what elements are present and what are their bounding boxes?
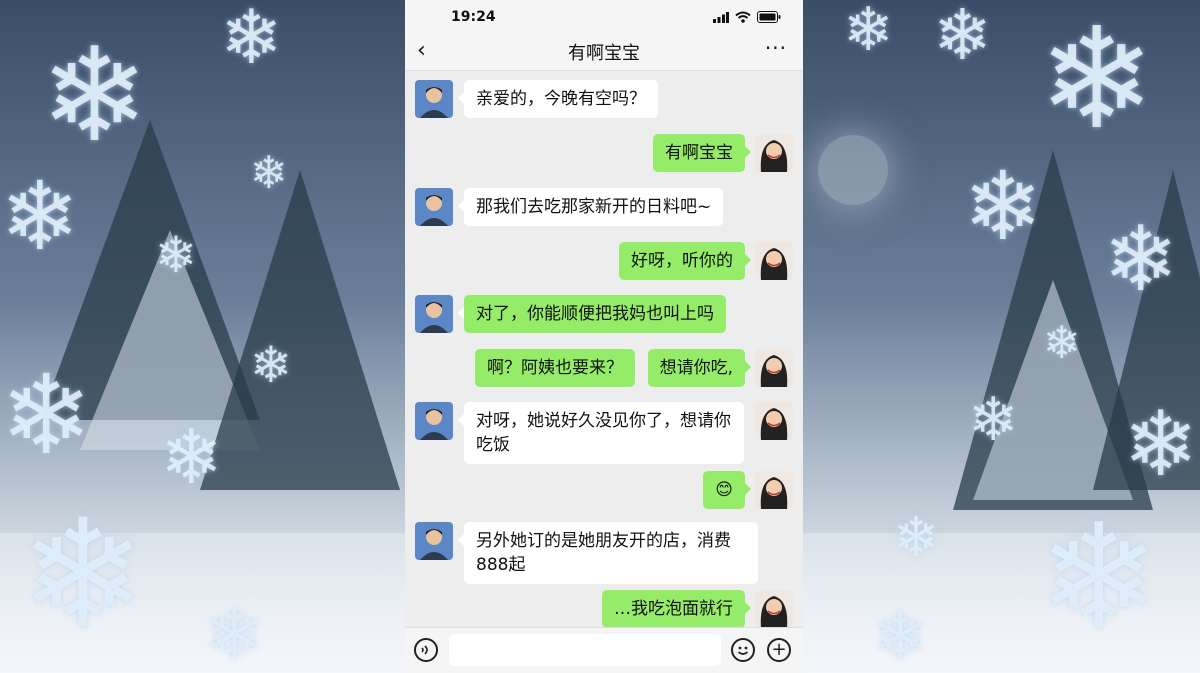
avatar[interactable] [755,134,793,172]
snowflake-icon: ❄ [968,385,1019,455]
snowflake-icon: ❄ [1123,392,1199,497]
message-bubble[interactable]: 那我们去吃那家新开的日料吧~ [457,188,724,226]
message-bubble[interactable]: 亲爱的，今晚有空吗？ [458,80,658,118]
snowflake-icon: ❄ [0,351,93,479]
snowflake-icon: ❄ [250,336,292,394]
message-bubble[interactable]: 😊 [703,471,751,509]
snowflake-icon: ❄ [160,413,223,501]
message-row: 好呀，听你的 [405,242,803,286]
snowflake-icon: ❄ [220,0,283,81]
male-avatar-icon [420,529,448,560]
message-bubble[interactable]: 好呀，听你的 [619,242,751,280]
message-row: 对了，你能顺便把我妈也叫上吗 [405,295,803,339]
status-bar: 19:24 [405,0,803,34]
message-bubble[interactable]: 对呀，她说好久没见你了，想请你吃饭 [458,402,744,464]
plus-icon[interactable]: + [767,638,791,662]
background-right: ❄ ❄ ❄ ❄ ❄ ❄ ❄ ❄ ❄ ❄ ❄ [803,0,1200,673]
snowflake-icon: ❄ [0,162,80,272]
female-avatar-icon [760,596,788,628]
message-bubble[interactable]: 对了，你能顺便把我妈也叫上吗 [458,295,726,333]
avatar[interactable] [755,471,793,509]
avatar[interactable] [415,295,453,333]
message-row: 对呀，她说好久没见你了，想请你吃饭 [405,402,803,464]
snowflake-icon: ❄ [893,505,940,569]
moon [818,135,888,205]
message-bubble[interactable]: 啊？阿姨也要来？ [475,349,635,387]
female-avatar-icon [760,140,788,172]
avatar[interactable] [415,80,453,118]
snowflake-icon: ❄ [1038,0,1156,161]
male-avatar-icon [420,302,448,333]
voice-wave [421,645,428,655]
snowflake-icon: ❄ [40,19,149,171]
page-title: 有啊宝宝 [568,43,640,64]
avatar[interactable] [415,522,453,560]
snowflake-icon: ❄ [1103,207,1179,312]
avatar[interactable] [755,349,793,387]
snowflake-icon: ❄ [205,594,264,673]
male-avatar-icon [420,409,448,440]
avatar[interactable] [755,242,793,280]
chat-header: ‹ 有啊宝宝 ··· [405,34,803,71]
snowflake-icon: ❄ [1043,316,1081,369]
message-row: 😊 [405,471,803,515]
female-avatar-icon [760,408,788,440]
snowflake-icon: ❄ [250,146,288,199]
input-bar: + [405,627,803,673]
snowflake-icon: ❄ [1038,493,1160,662]
status-time: 19:24 [451,9,496,25]
signal-icon [713,11,729,23]
male-avatar-icon [420,195,448,226]
female-avatar-icon [760,477,788,509]
message-row: 那我们去吃那家新开的日料吧~ [405,188,803,232]
snowflake-icon: ❄ [963,152,1043,262]
wifi-icon [735,11,751,23]
message-bubble[interactable]: 想请你吃, [647,349,752,387]
message-bubble[interactable]: 另外她订的是她朋友开的店，消费888起 [458,522,758,584]
message-input[interactable] [449,634,721,666]
back-icon[interactable]: ‹ [417,38,426,63]
snowflake-icon: ❄ [20,488,146,662]
status-icons [713,11,781,23]
message-row: 有啊宝宝 [405,134,803,178]
male-avatar-icon [420,87,448,118]
chat-screen: 19:24 ‹ 有啊宝宝 ··· 亲爱的，今晚有空吗？ 有啊宝宝 那我们去吃那家… [405,0,803,673]
snowflake-icon: ❄ [155,226,197,284]
snowflake-icon: ❄ [843,0,894,65]
avatar[interactable] [755,402,793,440]
battery-icon [757,11,781,23]
female-avatar-icon [760,355,788,387]
female-avatar-icon [760,248,788,280]
message-bubble[interactable]: …我吃泡面就行 [602,590,751,628]
snowflake-icon: ❄ [873,600,928,673]
message-row: 亲爱的，今晚有空吗？ [405,80,803,124]
pine-tree [200,170,400,490]
message-row: 啊？阿姨也要来？ 想请你吃, [405,349,803,393]
snowflake-icon: ❄ [933,0,992,76]
message-bubble[interactable]: 有啊宝宝 [653,134,751,172]
avatar[interactable] [415,188,453,226]
more-icon[interactable]: ··· [765,36,787,60]
emoji-icon[interactable] [731,638,755,662]
avatar[interactable] [415,402,453,440]
voice-icon[interactable] [414,638,438,662]
emoji-face [737,646,749,655]
background-left: ❄ ❄ ❄ ❄ ❄ ❄ ❄ ❄ ❄ ❄ [0,0,405,673]
avatar[interactable] [755,590,793,628]
message-row: 另外她订的是她朋友开的店，消费888起 [405,522,803,584]
